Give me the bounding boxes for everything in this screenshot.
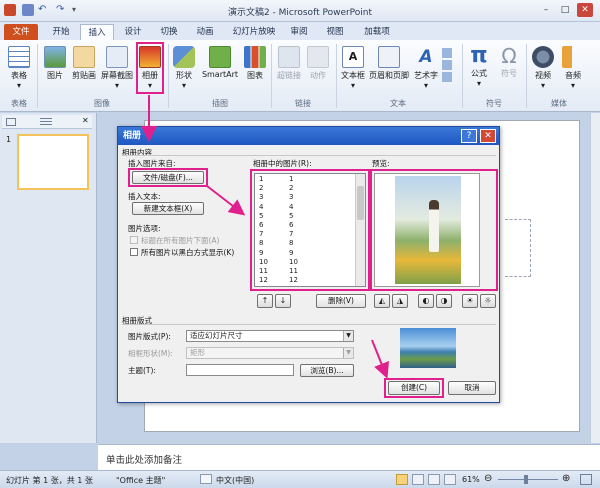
annotation-arrows [141,95,389,379]
arrow-file-to-list [206,185,246,216]
arrow-to-create [371,339,389,379]
